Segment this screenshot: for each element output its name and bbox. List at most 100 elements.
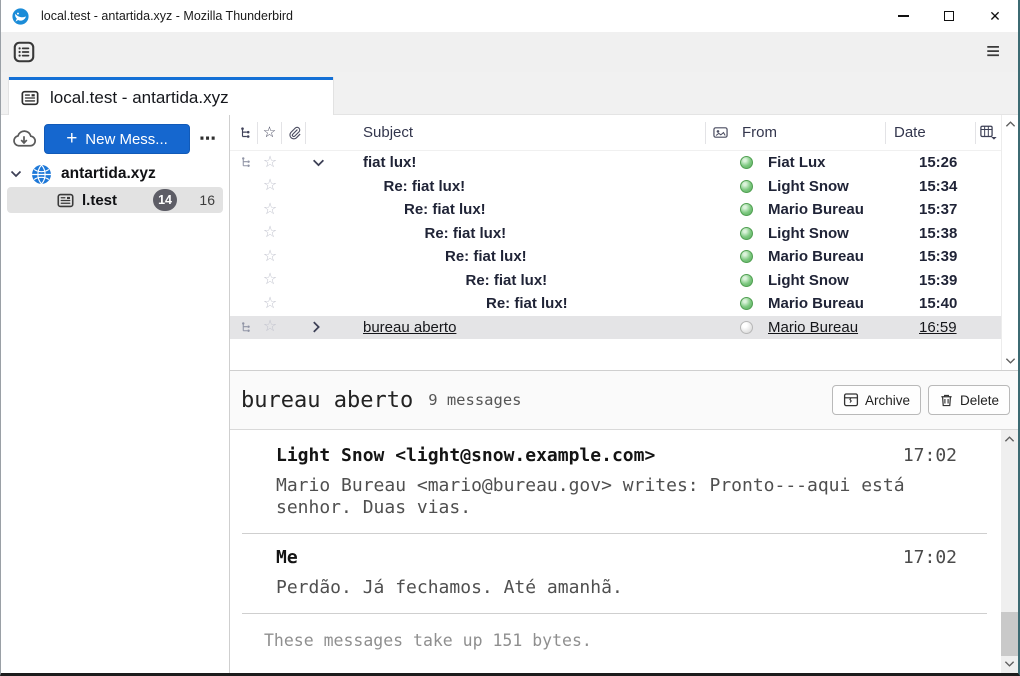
sidebar-options-button[interactable]: ⋯ bbox=[193, 129, 223, 149]
spaces-icon bbox=[13, 41, 35, 63]
scroll-down-icon[interactable] bbox=[1005, 357, 1016, 365]
message-scroll-area: Light Snow <light@snow.example.com> 17:0… bbox=[230, 430, 1001, 673]
message-item: Light Snow <light@snow.example.com> 17:0… bbox=[276, 445, 957, 519]
column-attachment[interactable] bbox=[282, 122, 306, 144]
maximize-icon bbox=[944, 11, 954, 21]
app-menu-button[interactable]: ≡ bbox=[982, 40, 1004, 64]
message-separator bbox=[242, 533, 987, 534]
minimize-button[interactable] bbox=[880, 0, 926, 32]
scroll-up-icon[interactable] bbox=[1004, 435, 1015, 443]
unread-dot-icon bbox=[740, 250, 753, 263]
unread-dot-icon bbox=[740, 297, 753, 310]
message-list-pane: ☆ Subject From Dat bbox=[230, 115, 1018, 371]
subject-cell: Re: fiat lux! bbox=[306, 295, 731, 312]
star-toggle[interactable]: ☆ bbox=[258, 296, 282, 312]
subject-cell: Re: fiat lux! bbox=[306, 248, 731, 265]
from-cell: Light Snow bbox=[761, 225, 911, 242]
thread-title: bureau aberto bbox=[241, 388, 413, 413]
from-cell: Light Snow bbox=[761, 178, 911, 195]
date-cell: 15:40 bbox=[911, 295, 1001, 312]
chevron-down-icon[interactable] bbox=[10, 170, 22, 178]
message-row[interactable]: ☆ Re: fiat lux! Mario Bureau 15:39 bbox=[230, 245, 1001, 269]
star-toggle[interactable]: ☆ bbox=[258, 249, 282, 265]
thunderbird-logo-icon bbox=[12, 8, 29, 25]
subject-cell: Re: fiat lux! bbox=[306, 178, 731, 195]
scroll-up-icon[interactable] bbox=[1005, 120, 1016, 128]
message-item: Me 17:02 Perdão. Já fechamos. Até amanhã… bbox=[276, 547, 957, 599]
column-star[interactable]: ☆ bbox=[258, 122, 282, 144]
sidebar-item-account[interactable]: antartida.xyz bbox=[1, 161, 229, 187]
unread-status bbox=[731, 274, 761, 287]
read-status bbox=[731, 321, 761, 334]
twisty-collapsed-icon[interactable] bbox=[312, 321, 321, 334]
get-messages-button[interactable] bbox=[9, 125, 39, 153]
sidebar-item-folder[interactable]: l.test 14 16 bbox=[7, 187, 223, 213]
column-picker-button[interactable] bbox=[975, 122, 1001, 144]
column-from[interactable]: From bbox=[735, 122, 885, 144]
minimize-icon bbox=[898, 15, 909, 16]
message-header[interactable]: Light Snow <light@snow.example.com> 17:0… bbox=[276, 445, 957, 466]
star-toggle[interactable]: ☆ bbox=[258, 178, 282, 194]
thread-icon bbox=[234, 156, 258, 169]
date-cell: 15:34 bbox=[911, 178, 1001, 195]
column-subject[interactable]: Subject bbox=[306, 122, 705, 144]
spaces-toolbar-button[interactable] bbox=[11, 39, 37, 65]
unified-toolbar: ≡ bbox=[1, 32, 1018, 72]
unread-dot-icon bbox=[740, 180, 753, 193]
new-message-button[interactable]: + New Mess... bbox=[44, 124, 190, 154]
star-toggle[interactable]: ☆ bbox=[258, 225, 282, 241]
tab-mail-folder[interactable]: local.test - antartida.xyz bbox=[9, 77, 333, 115]
date-cell: 15:38 bbox=[911, 225, 1001, 242]
message-list-header: ☆ Subject From Dat bbox=[230, 115, 1001, 151]
thread-message-count: 9 messages bbox=[428, 391, 521, 409]
message-header[interactable]: Me 17:02 bbox=[276, 547, 957, 568]
column-correspondents[interactable] bbox=[705, 122, 735, 144]
from-cell: Light Snow bbox=[761, 272, 911, 289]
subject-cell: Re: fiat lux! bbox=[306, 272, 731, 289]
thread-actions: Archive Delete bbox=[832, 385, 1010, 415]
maximize-button[interactable] bbox=[926, 0, 972, 32]
newspaper-icon bbox=[21, 89, 39, 107]
unread-dot-icon bbox=[740, 156, 753, 169]
unread-count-badge: 14 bbox=[153, 189, 177, 211]
archive-button[interactable]: Archive bbox=[832, 385, 921, 415]
message-body: Perdão. Já fechamos. Até amanhã. bbox=[276, 577, 936, 599]
message-row[interactable]: ☆ Re: fiat lux! Light Snow 15:34 bbox=[230, 175, 1001, 199]
account-name: antartida.xyz bbox=[61, 165, 156, 183]
subject-cell: Re: fiat lux! bbox=[306, 201, 731, 218]
message-row[interactable]: ☆ Re: fiat lux! Light Snow 15:38 bbox=[230, 222, 1001, 246]
star-toggle[interactable]: ☆ bbox=[258, 155, 282, 171]
message-row[interactable]: ☆ fiat lux! Fiat Lux 15:26 bbox=[230, 151, 1001, 175]
scrollbar-thumb[interactable] bbox=[1001, 612, 1018, 656]
scroll-down-icon[interactable] bbox=[1004, 660, 1015, 668]
twisty-expanded-icon[interactable] bbox=[312, 158, 325, 167]
date-cell: 15:39 bbox=[911, 272, 1001, 289]
unread-status bbox=[731, 297, 761, 310]
message-sender: Me bbox=[276, 547, 298, 568]
message-row[interactable]: ☆ Re: fiat lux! Mario Bureau 15:40 bbox=[230, 292, 1001, 316]
thread-icon bbox=[234, 321, 258, 334]
from-cell: Mario Bureau bbox=[761, 201, 911, 218]
delete-button[interactable]: Delete bbox=[928, 385, 1010, 415]
column-thread[interactable] bbox=[234, 122, 258, 144]
star-toggle[interactable]: ☆ bbox=[258, 272, 282, 288]
hamburger-menu-icon: ≡ bbox=[986, 38, 1000, 65]
message-time: 17:02 bbox=[903, 547, 957, 568]
unread-status bbox=[731, 156, 761, 169]
star-toggle[interactable]: ☆ bbox=[258, 319, 282, 335]
list-scrollbar[interactable] bbox=[1001, 115, 1018, 370]
titlebar: local.test - antartida.xyz - Mozilla Thu… bbox=[1, 0, 1018, 32]
message-body: Mario Bureau <mario@bureau.gov> writes: … bbox=[276, 475, 936, 519]
message-list: ☆ Subject From Dat bbox=[230, 115, 1001, 370]
unread-status bbox=[731, 203, 761, 216]
message-row[interactable]: ☆ Re: fiat lux! Mario Bureau 15:37 bbox=[230, 198, 1001, 222]
message-row-selected[interactable]: ☆ bureau aberto Mario Bureau 16:59 bbox=[230, 316, 1001, 340]
close-button[interactable]: ✕ bbox=[972, 0, 1018, 32]
column-date[interactable]: Date bbox=[885, 122, 975, 144]
star-toggle[interactable]: ☆ bbox=[258, 202, 282, 218]
window-title: local.test - antartida.xyz - Mozilla Thu… bbox=[41, 9, 293, 23]
message-separator bbox=[242, 613, 987, 614]
date-cell: 15:39 bbox=[911, 248, 1001, 265]
read-dot-icon bbox=[740, 321, 753, 334]
message-row[interactable]: ☆ Re: fiat lux! Light Snow 15:39 bbox=[230, 269, 1001, 293]
